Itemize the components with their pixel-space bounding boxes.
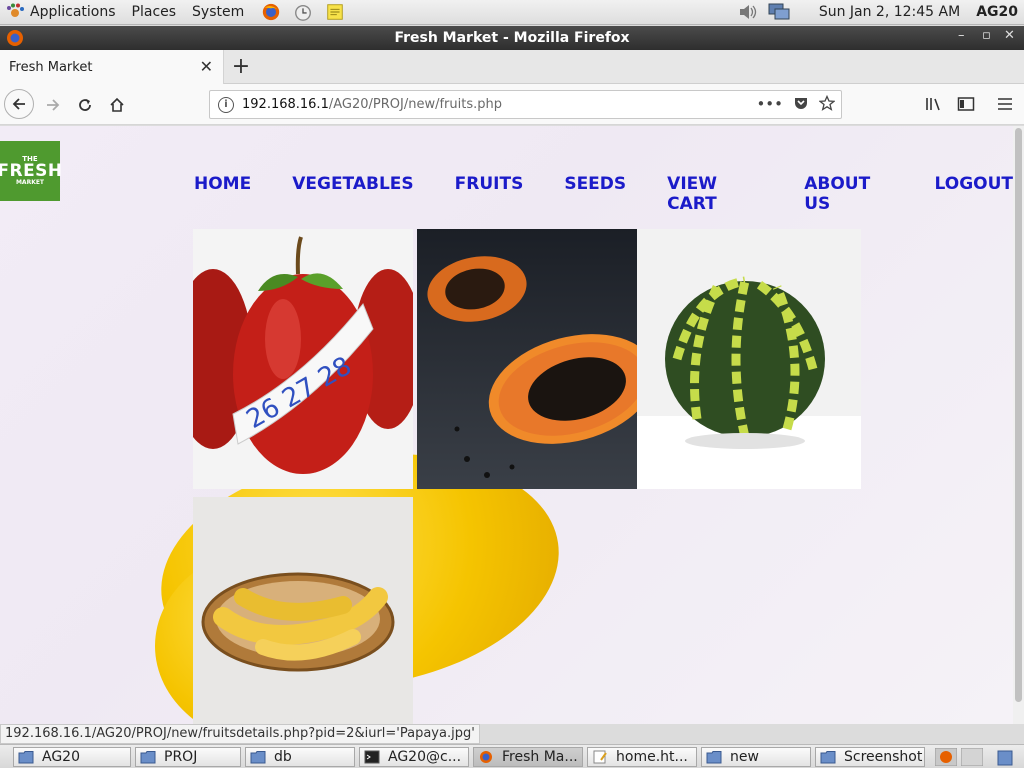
folder-icon bbox=[250, 750, 266, 763]
product-watermelon[interactable] bbox=[637, 229, 861, 489]
folder-icon bbox=[820, 750, 836, 763]
apple-with-measuring-tape-icon: 26 27 28 bbox=[193, 236, 413, 474]
site-logo[interactable]: THE FRESH MARKET bbox=[0, 141, 63, 201]
nav-view-cart[interactable]: VIEW CART bbox=[667, 174, 763, 214]
site-info-icon[interactable]: i bbox=[218, 96, 234, 113]
bananas-in-basket-icon bbox=[201, 572, 395, 672]
url-path: /AG20/PROJ/new/fruits.php bbox=[328, 97, 502, 112]
task-db[interactable]: db bbox=[245, 746, 355, 767]
nav-vegetables[interactable]: VEGETABLES bbox=[292, 174, 413, 214]
sidebar-icon[interactable] bbox=[957, 96, 975, 112]
product-banana[interactable] bbox=[193, 497, 413, 724]
task-label: home.ht... bbox=[616, 748, 688, 765]
panel-menus: Applications Places System bbox=[0, 0, 364, 25]
bookmark-star-icon[interactable] bbox=[819, 95, 835, 111]
minimize-icon[interactable]: – bbox=[958, 28, 965, 43]
library-icon[interactable] bbox=[925, 96, 943, 112]
back-arrow-icon bbox=[12, 98, 25, 110]
panel-user[interactable]: AG20 bbox=[976, 4, 1018, 20]
trash-icon[interactable] bbox=[995, 748, 1015, 766]
page-actions-icon[interactable]: ••• bbox=[756, 95, 783, 113]
nav-about-us[interactable]: ABOUT US bbox=[804, 174, 893, 214]
close-window-icon[interactable]: ✕ bbox=[1004, 28, 1015, 43]
applications-menu[interactable]: Applications bbox=[30, 4, 116, 20]
watermelon-icon bbox=[665, 276, 825, 449]
home-icon bbox=[110, 97, 124, 112]
pocket-icon[interactable] bbox=[793, 95, 809, 111]
forward-button[interactable] bbox=[39, 91, 67, 119]
back-button[interactable] bbox=[4, 89, 34, 119]
navigation-toolbar: i 192.168.16.1/AG20/PROJ/new/fruits.php … bbox=[0, 84, 1024, 125]
task-label: new bbox=[730, 748, 759, 765]
hamburger-menu-icon[interactable] bbox=[996, 96, 1014, 112]
terminal-icon bbox=[364, 750, 380, 763]
task-label: Screenshot bbox=[844, 748, 923, 765]
reload-button[interactable] bbox=[71, 91, 99, 119]
nav-home[interactable]: HOME bbox=[194, 174, 251, 214]
task-editor[interactable]: home.ht... bbox=[587, 746, 697, 767]
papaya-halves-icon bbox=[427, 256, 637, 478]
url-bar[interactable]: i 192.168.16.1/AG20/PROJ/new/fruits.php … bbox=[209, 90, 842, 119]
folder-icon bbox=[140, 750, 156, 763]
task-label: AG20 bbox=[42, 748, 80, 765]
task-terminal[interactable]: AG20@c... bbox=[359, 746, 469, 767]
task-label: PROJ bbox=[164, 748, 198, 765]
link-status-tooltip: 192.168.16.1/AG20/PROJ/new/fruitsdetails… bbox=[0, 724, 480, 744]
task-new[interactable]: new bbox=[701, 746, 811, 767]
tab-strip: Fresh Market ✕ + bbox=[0, 50, 1024, 84]
forward-arrow-icon bbox=[47, 99, 60, 111]
logo-line2: FRESH bbox=[0, 161, 63, 181]
url-host: 192.168.16.1 bbox=[242, 97, 329, 112]
home-button[interactable] bbox=[103, 91, 131, 119]
task-proj[interactable]: PROJ bbox=[135, 746, 241, 767]
task-ag20[interactable]: AG20 bbox=[13, 746, 131, 767]
firefox-launcher-icon[interactable] bbox=[260, 2, 282, 22]
network-icon[interactable] bbox=[767, 2, 791, 22]
folder-icon bbox=[18, 750, 34, 763]
logo-line3: MARKET bbox=[15, 179, 45, 186]
tab-title: Fresh Market bbox=[9, 59, 93, 75]
nav-seeds[interactable]: SEEDS bbox=[564, 174, 626, 214]
task-label: Fresh Ma... bbox=[502, 748, 578, 765]
workspace-1-firefox-icon[interactable] bbox=[935, 747, 957, 766]
workspace-2-icon[interactable] bbox=[961, 747, 983, 766]
volume-icon[interactable] bbox=[737, 2, 759, 22]
panel-tray: Sun Jan 2, 12:45 AM AG20 bbox=[737, 0, 1024, 25]
gnome-foot-icon bbox=[7, 3, 24, 17]
workspace-switcher[interactable] bbox=[935, 747, 983, 766]
bottom-taskbar: AG20 PROJ db AG20@c... Fresh Ma... home.… bbox=[0, 744, 1024, 768]
firefox-window-icon bbox=[7, 30, 23, 46]
product-apple[interactable]: 26 27 28 bbox=[193, 229, 413, 489]
nav-logout[interactable]: LOGOUT bbox=[935, 174, 1013, 214]
task-screenshot[interactable]: Screenshot bbox=[815, 746, 925, 767]
nav-fruits[interactable]: FRUITS bbox=[455, 174, 524, 214]
site-nav: HOME VEGETABLES FRUITS SEEDS VIEW CART A… bbox=[194, 174, 1013, 214]
task-label: db bbox=[274, 748, 292, 765]
window-titlebar[interactable]: Fresh Market - Mozilla Firefox – ▫ ✕ bbox=[0, 26, 1024, 50]
places-menu[interactable]: Places bbox=[132, 4, 177, 20]
product-papaya[interactable] bbox=[417, 229, 637, 489]
page-scrollbar[interactable] bbox=[1013, 126, 1024, 724]
new-tab-icon[interactable]: + bbox=[230, 54, 252, 79]
window-title: Fresh Market - Mozilla Firefox bbox=[394, 30, 630, 46]
reload-icon bbox=[79, 99, 91, 111]
firefox-icon bbox=[480, 750, 492, 763]
maximize-icon[interactable]: ▫ bbox=[982, 28, 991, 43]
notes-launcher-icon[interactable] bbox=[324, 2, 346, 22]
system-menu[interactable]: System bbox=[192, 4, 244, 20]
text-editor-icon bbox=[593, 750, 607, 763]
top-panel: Applications Places System Sun Jan 2, 12… bbox=[0, 0, 1024, 25]
folder-icon bbox=[706, 750, 722, 763]
scrollbar-thumb[interactable] bbox=[1015, 128, 1022, 702]
clock-launcher-icon[interactable] bbox=[292, 2, 314, 22]
page-viewport: THE FRESH MARKET HOME VEGETABLES FRUITS … bbox=[0, 126, 1013, 724]
task-label: AG20@c... bbox=[388, 748, 462, 765]
close-tab-icon[interactable]: ✕ bbox=[200, 57, 213, 76]
task-firefox[interactable]: Fresh Ma... bbox=[473, 746, 583, 767]
tab-fresh-market[interactable]: Fresh Market ✕ bbox=[0, 50, 224, 84]
panel-clock[interactable]: Sun Jan 2, 12:45 AM bbox=[819, 4, 960, 20]
